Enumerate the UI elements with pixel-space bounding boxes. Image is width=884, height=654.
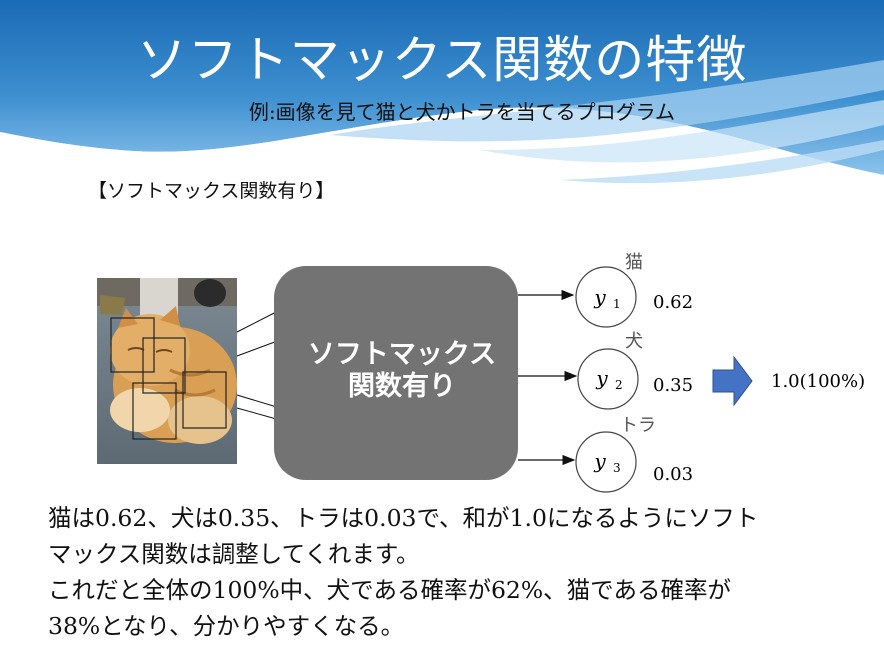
output-node-cat: y 1 猫 0.62 <box>575 252 693 328</box>
class-label-cat: 猫 <box>625 252 643 273</box>
output-node-tiger: y 3 トラ 0.03 <box>575 415 693 493</box>
cat-photo <box>97 278 237 464</box>
slide-subtitle: 例:画像を見て猫と犬かトラを当てるプログラム <box>248 100 676 124</box>
explanation-line: これだと全体の100%中、犬である確率が62%、猫である確率が <box>48 576 731 604</box>
slide: ソフトマックス関数の特徴 例:画像を見て猫と犬かトラを当てるプログラム 【ソフト… <box>0 0 884 654</box>
explanation-line: マックス関数は調整してくれます。 <box>48 540 420 568</box>
output-var: y <box>593 285 606 309</box>
class-label-dog: 犬 <box>625 331 643 352</box>
slide-title: ソフトマックス関数の特徴 <box>136 31 748 89</box>
value-cat: 0.62 <box>653 292 693 313</box>
explanation-line: 猫は0.62、犬は0.35、トラは0.03で、和が1.0になるようにソフト <box>48 504 759 532</box>
output-sub: 1 <box>613 297 621 311</box>
explanation-text: 猫は0.62、犬は0.35、トラは0.03で、和が1.0になるようにソフト マッ… <box>48 500 868 644</box>
output-sub: 3 <box>613 461 621 475</box>
input-line <box>236 394 281 409</box>
output-var: y <box>593 449 606 473</box>
softmax-diagram: ソフトマックス 関数有り y 1 猫 0.62 y 2 犬 0.35 y 3 ト… <box>97 252 865 493</box>
softmax-box-label-line1: ソフトマックス <box>308 339 496 369</box>
class-label-tiger: トラ <box>620 415 656 436</box>
total-value: 1.0(100%) <box>771 371 865 392</box>
input-line <box>236 407 281 421</box>
softmax-box-label-line2: 関数有り <box>348 371 456 401</box>
section-label: 【ソフトマックス関数有り】 <box>88 180 335 202</box>
value-tiger: 0.03 <box>653 464 693 485</box>
output-node-dog: y 2 犬 0.35 <box>577 331 693 410</box>
value-dog: 0.35 <box>653 375 693 396</box>
right-arrow-icon <box>712 355 753 407</box>
input-line <box>236 309 281 333</box>
explanation-line: 38%となり、分かりやすくなる。 <box>48 612 405 640</box>
input-line <box>236 339 281 357</box>
output-var: y <box>595 366 608 390</box>
output-sub: 2 <box>615 378 623 392</box>
